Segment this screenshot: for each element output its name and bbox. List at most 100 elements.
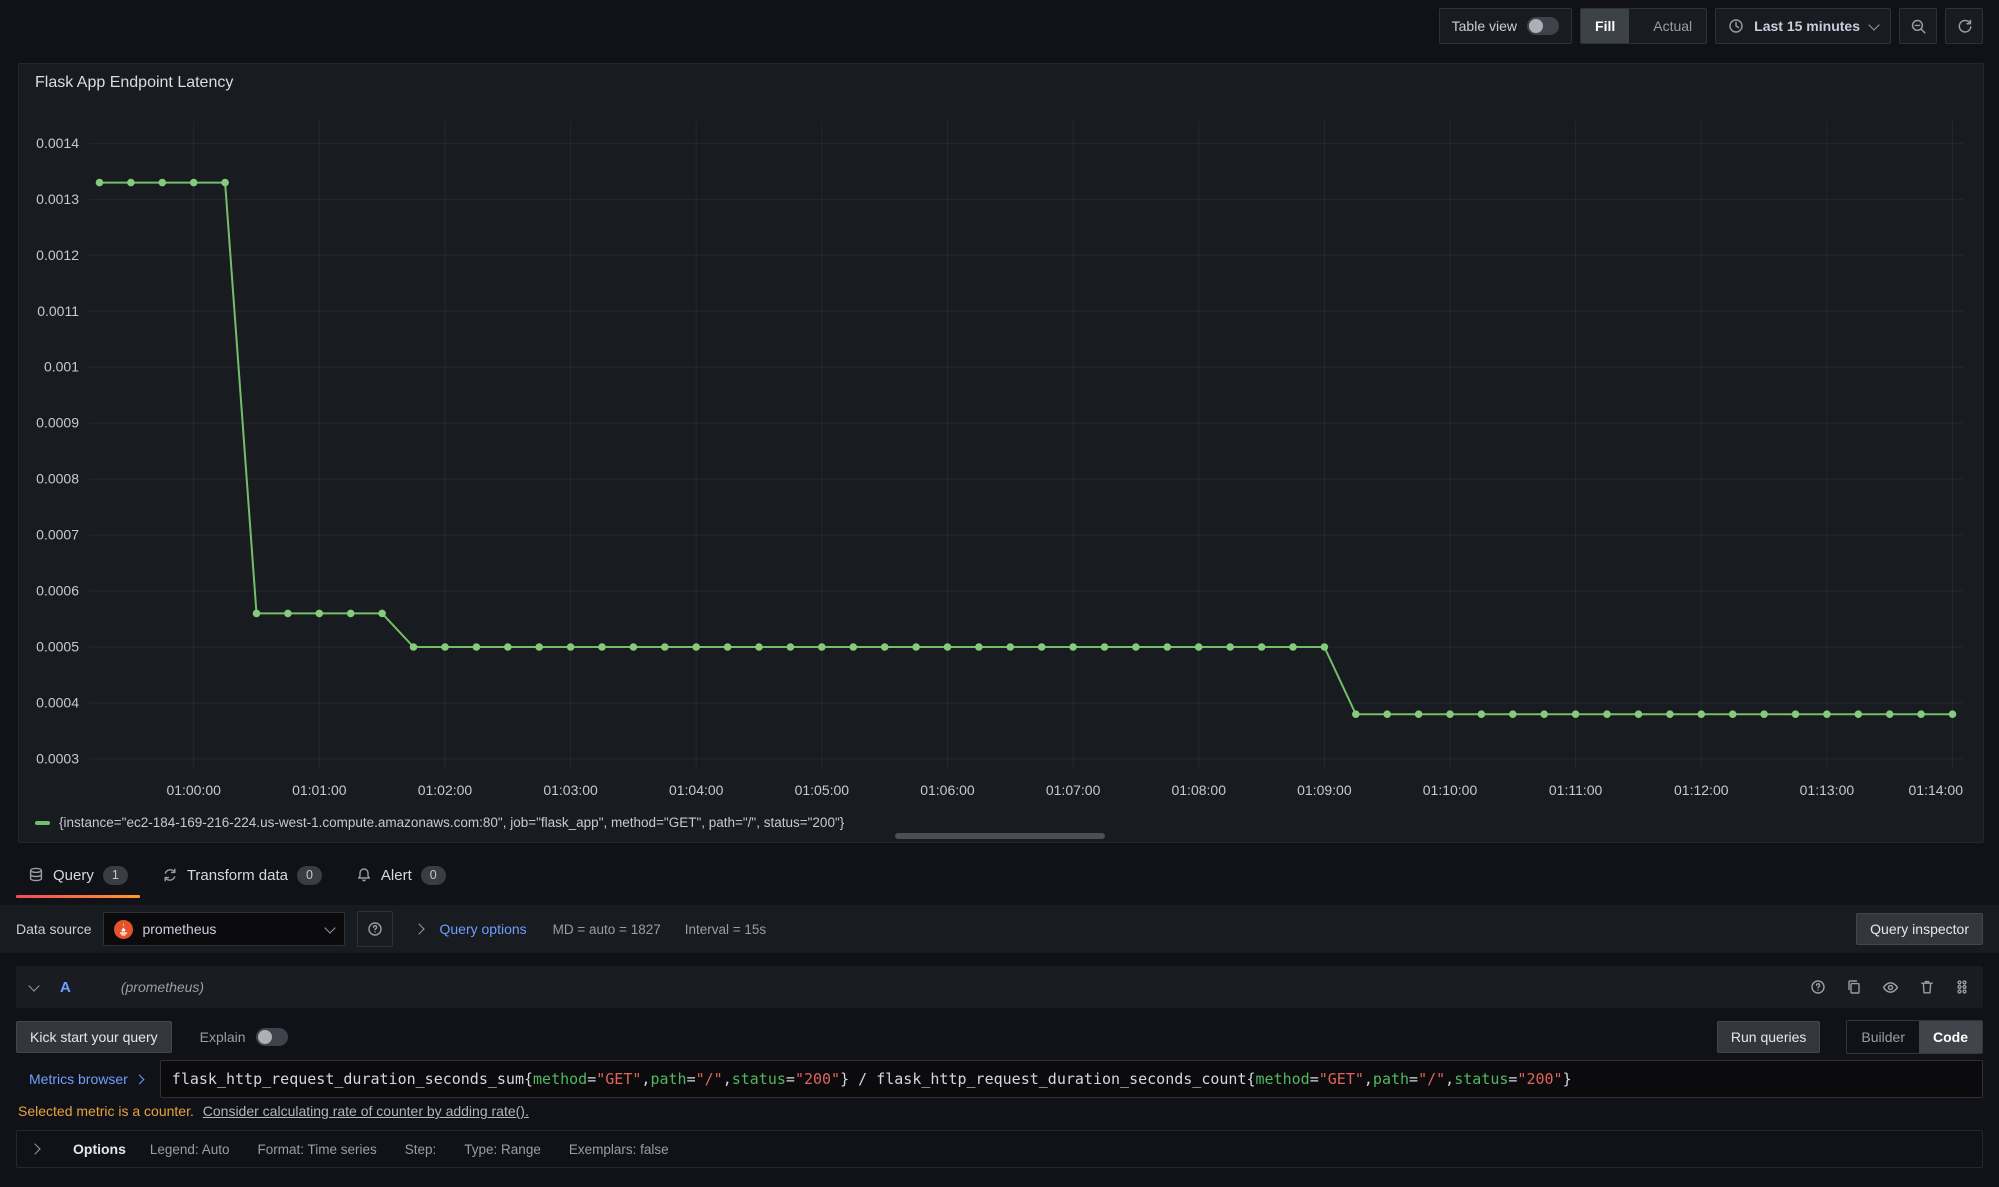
query-row-header[interactable]: A (prometheus) bbox=[16, 966, 1983, 1008]
table-view-toggle[interactable] bbox=[1527, 17, 1559, 35]
svg-text:01:10:00: 01:10:00 bbox=[1423, 782, 1478, 798]
svg-text:01:02:00: 01:02:00 bbox=[418, 782, 473, 798]
collapse-chevron-icon[interactable] bbox=[28, 980, 39, 991]
drag-handle-icon[interactable] bbox=[1955, 979, 1969, 995]
chevron-down-icon bbox=[325, 922, 336, 933]
metrics-browser-label: Metrics browser bbox=[29, 1071, 128, 1087]
query-ref-id: A bbox=[60, 979, 71, 996]
tab-query[interactable]: Query 1 bbox=[16, 852, 140, 898]
tab-query-label: Query bbox=[53, 867, 94, 884]
svg-text:0.0005: 0.0005 bbox=[36, 639, 79, 655]
run-queries-button[interactable]: Run queries bbox=[1717, 1021, 1821, 1053]
svg-text:01:05:00: 01:05:00 bbox=[795, 782, 850, 798]
latency-chart: 0.0014 0.0013 0.0012 0.0011 0.001 0.0009 0.000… bbox=[27, 102, 1977, 802]
explain-control: Explain bbox=[200, 1028, 288, 1046]
database-icon bbox=[28, 867, 44, 883]
svg-text:01:14:00: 01:14:00 bbox=[1909, 782, 1964, 798]
option-type: Type: Range bbox=[464, 1142, 541, 1157]
datasource-help-button[interactable] bbox=[357, 911, 393, 947]
tab-alert-badge: 0 bbox=[421, 866, 446, 885]
svg-text:01:03:00: 01:03:00 bbox=[543, 782, 598, 798]
option-step: Step: bbox=[405, 1142, 437, 1157]
bell-icon bbox=[356, 867, 372, 883]
query-help-icon[interactable] bbox=[1810, 979, 1826, 995]
datasource-row: Data source prometheus Query options MD … bbox=[0, 905, 1999, 953]
delete-query-trash-icon[interactable] bbox=[1919, 979, 1935, 995]
query-datasource-hint: (prometheus) bbox=[121, 979, 204, 995]
svg-text:01:08:00: 01:08:00 bbox=[1171, 782, 1226, 798]
svg-text:0.0013: 0.0013 bbox=[36, 191, 79, 207]
tab-alert[interactable]: Alert 0 bbox=[344, 852, 458, 898]
counter-warning: Selected metric is a counter. Consider c… bbox=[18, 1103, 529, 1119]
svg-text:01:12:00: 01:12:00 bbox=[1674, 782, 1729, 798]
code-mode-button[interactable]: Code bbox=[1919, 1021, 1982, 1053]
promql-query-input[interactable]: flask_http_request_duration_seconds_sum{… bbox=[160, 1060, 1983, 1098]
active-tab-underline bbox=[16, 895, 140, 898]
datasource-picker[interactable]: prometheus bbox=[103, 912, 345, 946]
svg-text:01:00:00: 01:00:00 bbox=[166, 782, 221, 798]
transform-icon bbox=[162, 867, 178, 883]
editor-tabs: Query 1 Transform data 0 Alert 0 bbox=[0, 852, 1999, 898]
time-range-picker[interactable]: Last 15 minutes bbox=[1715, 8, 1891, 44]
svg-text:0.001: 0.001 bbox=[44, 359, 79, 375]
svg-text:0.0011: 0.0011 bbox=[37, 303, 79, 319]
help-circle-icon bbox=[367, 921, 383, 937]
option-exemplars: Exemplars: false bbox=[569, 1142, 669, 1157]
query-options-collapsed[interactable]: Options Legend: Auto Format: Time series… bbox=[16, 1130, 1983, 1168]
hide-query-eye-icon[interactable] bbox=[1882, 979, 1899, 996]
datasource-label: Data source bbox=[16, 921, 91, 937]
timeseries-panel: Flask App Endpoint Latency 0.00140.00130… bbox=[18, 63, 1984, 843]
kick-start-query-button[interactable]: Kick start your query bbox=[16, 1021, 172, 1053]
clock-icon bbox=[1728, 18, 1744, 34]
datasource-name: prometheus bbox=[142, 921, 216, 937]
svg-text:0.0009: 0.0009 bbox=[36, 415, 79, 431]
svg-text:01:07:00: 01:07:00 bbox=[1046, 782, 1101, 798]
add-rate-link[interactable]: Consider calculating rate of counter by … bbox=[203, 1103, 529, 1119]
duplicate-query-icon[interactable] bbox=[1846, 979, 1862, 995]
promql-editor-row: Metrics browser flask_http_request_durat… bbox=[16, 1060, 1983, 1098]
svg-text:0.0006: 0.0006 bbox=[36, 583, 79, 599]
warning-text: Selected metric is a counter. bbox=[18, 1103, 194, 1119]
svg-text:0.0012: 0.0012 bbox=[36, 247, 79, 263]
explain-toggle[interactable] bbox=[256, 1028, 288, 1046]
tab-alert-label: Alert bbox=[381, 867, 412, 884]
fill-button[interactable]: Fill bbox=[1581, 9, 1629, 43]
interval-info: Interval = 15s bbox=[685, 922, 766, 937]
metrics-browser-button[interactable]: Metrics browser bbox=[16, 1060, 160, 1098]
chevron-right-icon[interactable] bbox=[414, 923, 425, 934]
actual-button[interactable]: Actual bbox=[1639, 9, 1706, 43]
time-range-label: Last 15 minutes bbox=[1754, 18, 1860, 34]
option-legend: Legend: Auto bbox=[150, 1142, 230, 1157]
query-options-toggle[interactable]: Query options bbox=[439, 921, 526, 937]
panel-resize-handle[interactable] bbox=[895, 833, 1105, 839]
svg-text:01:13:00: 01:13:00 bbox=[1800, 782, 1855, 798]
svg-text:0.0014: 0.0014 bbox=[36, 135, 79, 151]
chevron-down-icon bbox=[1868, 19, 1879, 30]
query-inspector-button[interactable]: Query inspector bbox=[1856, 913, 1983, 945]
svg-text:01:04:00: 01:04:00 bbox=[669, 782, 724, 798]
zoom-out-button[interactable] bbox=[1899, 8, 1937, 44]
chevron-right-icon bbox=[29, 1143, 40, 1154]
builder-mode-button[interactable]: Builder bbox=[1847, 1021, 1919, 1053]
table-view-label: Table view bbox=[1452, 18, 1517, 34]
tab-transform-label: Transform data bbox=[187, 867, 288, 884]
max-data-points-info: MD = auto = 1827 bbox=[553, 922, 661, 937]
refresh-icon bbox=[1956, 18, 1973, 35]
query-editor-toolbar: Kick start your query Explain Run querie… bbox=[16, 1020, 1983, 1054]
panel-editor-toolbar: Table view Fill Actual Last 15 minutes bbox=[0, 0, 1999, 52]
prometheus-logo bbox=[114, 920, 133, 939]
table-view-control: Table view bbox=[1439, 8, 1572, 44]
tab-transform-data[interactable]: Transform data 0 bbox=[150, 852, 334, 898]
fill-actual-group: Fill Actual bbox=[1580, 8, 1707, 44]
explain-label: Explain bbox=[200, 1029, 246, 1045]
svg-text:01:06:00: 01:06:00 bbox=[920, 782, 975, 798]
zoom-out-icon bbox=[1910, 18, 1927, 35]
svg-text:01:11:00: 01:11:00 bbox=[1549, 782, 1603, 798]
svg-text:0.0003: 0.0003 bbox=[36, 750, 79, 766]
svg-text:0.0007: 0.0007 bbox=[36, 527, 79, 543]
option-format: Format: Time series bbox=[257, 1142, 376, 1157]
refresh-button[interactable] bbox=[1945, 8, 1983, 44]
tab-transform-badge: 0 bbox=[297, 866, 322, 885]
builder-code-group: Builder Code bbox=[1846, 1020, 1983, 1054]
legend[interactable]: {instance="ec2-184-169-216-224.us-west-1… bbox=[35, 815, 844, 830]
